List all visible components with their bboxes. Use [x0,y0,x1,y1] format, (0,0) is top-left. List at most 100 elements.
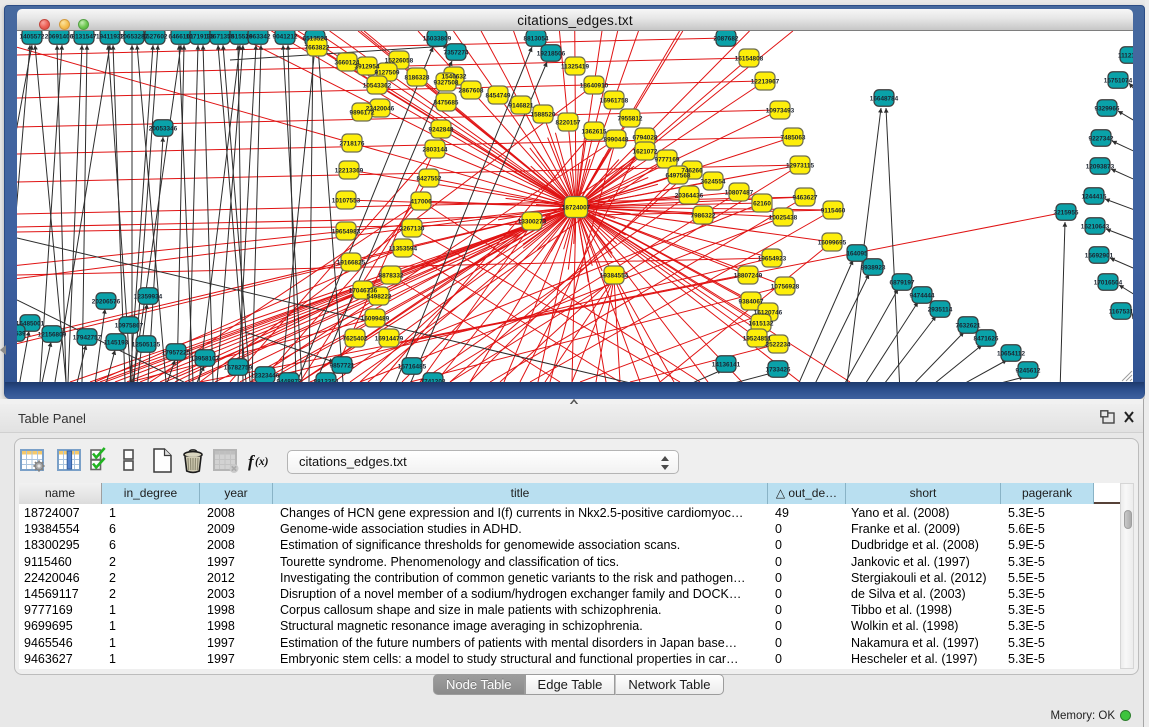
svg-text:12505135: 12505135 [132,342,161,349]
svg-text:2935114: 2935114 [928,307,953,314]
svg-text:20364436: 20364436 [675,193,704,200]
svg-text:2718176: 2718176 [340,141,365,148]
svg-text:9041212: 9041212 [273,34,298,41]
svg-text:1145193: 1145193 [104,340,129,347]
svg-text:15692901: 15692901 [1085,253,1114,260]
svg-text:6497568: 6497568 [666,173,691,180]
svg-text:7357274: 7357274 [444,50,469,57]
svg-text:10107553: 10107553 [332,198,361,205]
svg-text:17016504: 17016504 [1094,280,1123,287]
svg-text:12156809: 12156809 [38,332,67,339]
svg-text:9384067: 9384067 [739,299,764,306]
svg-text:11325419: 11325419 [561,64,590,71]
svg-text:17957225: 17957225 [162,350,191,357]
svg-text:2803144: 2803144 [423,147,448,154]
svg-text:18640910: 18640910 [580,83,609,90]
svg-text:6879197: 6879197 [890,280,915,287]
svg-text:10654112: 10654112 [997,351,1026,358]
svg-text:1963342: 1963342 [246,34,271,41]
svg-text:20691406: 20691406 [45,34,74,41]
svg-text:7663822: 7663822 [305,45,330,52]
svg-text:19166825: 19166825 [337,260,366,267]
svg-text:164095: 164095 [846,251,868,258]
svg-text:16210643: 16210643 [1081,224,1110,231]
svg-text:10973493: 10973493 [766,108,795,115]
svg-text:16120746: 16120746 [754,310,783,317]
svg-text:3475685: 3475685 [434,100,459,107]
svg-text:16914479: 16914479 [375,336,404,343]
svg-text:7485063: 7485063 [781,135,806,142]
svg-text:16782759: 16782759 [224,365,253,372]
svg-text:9227342: 9227342 [1089,136,1114,143]
svg-text:13300273: 13300273 [518,219,547,226]
svg-text:17942757: 17942757 [73,335,102,342]
svg-text:417006: 417006 [410,199,432,206]
svg-text:13958107: 13958107 [191,356,220,363]
svg-text:9245612: 9245612 [1016,368,1041,375]
svg-text:3215955: 3215955 [1054,210,1079,217]
svg-text:16099489: 16099489 [361,316,390,323]
svg-text:10543362: 10543362 [363,83,392,90]
svg-text:16099695: 16099695 [818,240,847,247]
svg-text:1167531: 1167531 [1109,309,1133,316]
svg-text:14136141: 14136141 [712,362,741,369]
svg-text:10756928: 10756928 [771,284,800,291]
svg-text:8220157: 8220157 [556,120,581,127]
svg-text:1588520: 1588520 [531,112,556,119]
svg-text:9896172: 9896172 [350,110,375,117]
svg-text:19384554: 19384554 [600,273,629,280]
svg-text:7625402: 7625402 [343,336,368,343]
svg-text:391539: 391539 [17,331,26,338]
svg-text:3267130: 3267130 [400,226,425,233]
svg-text:8471626: 8471626 [974,336,999,343]
svg-text:9857721: 9857721 [330,363,355,370]
svg-text:7632621: 7632621 [956,323,981,330]
svg-text:8131547: 8131547 [72,34,97,41]
svg-text:1527602: 1527602 [143,34,168,41]
svg-text:8878332: 8878332 [379,273,404,280]
svg-text:12973115: 12973115 [786,163,815,170]
svg-text:16033809: 16033809 [423,36,452,43]
svg-text:10975867: 10975867 [115,323,144,330]
svg-text:2867608: 2867608 [459,88,484,95]
svg-text:7955812: 7955812 [618,116,643,123]
svg-text:9127509: 9127509 [375,70,400,77]
svg-text:9242848: 9242848 [429,127,454,134]
svg-text:15751074: 15751074 [1104,78,1133,85]
svg-text:8427552: 8427552 [417,176,442,183]
svg-text:2087682: 2087682 [714,36,739,43]
svg-text:(x): (x) [255,456,269,468]
svg-text:62160: 62160 [753,201,771,208]
svg-text:9474444: 9474444 [910,293,935,300]
svg-text:10025438: 10025438 [769,215,798,222]
svg-text:12213967: 12213967 [751,79,780,86]
svg-text:8813054: 8813054 [524,36,549,43]
svg-text:20053346: 20053346 [149,126,178,133]
svg-text:2522234: 2522234 [766,342,791,349]
svg-text:18807249: 18807249 [734,273,763,280]
svg-text:3624554: 3624554 [701,179,726,186]
svg-text:12323446: 12323446 [251,373,280,380]
svg-text:8186328: 8186328 [405,75,430,82]
svg-text:1621072: 1621072 [633,149,658,156]
svg-text:19654983: 19654983 [332,229,361,236]
svg-text:7986322: 7986322 [691,213,716,220]
svg-text:5498222: 5498222 [367,294,392,301]
svg-text:1112102: 1112102 [1118,53,1133,60]
svg-text:16648784: 16648784 [870,96,899,103]
svg-text:9463627: 9463627 [793,195,818,202]
svg-text:11353594: 11353594 [389,246,418,253]
svg-text:6794028: 6794028 [633,135,658,142]
svg-text:1615132: 1615132 [749,321,774,328]
svg-text:9115460: 9115460 [821,208,846,215]
svg-text:12359934: 12359934 [134,294,163,301]
svg-text:19654923: 19654923 [758,256,787,263]
svg-text:1244415: 1244415 [1082,194,1107,201]
svg-text:16485001: 16485001 [17,321,45,328]
svg-text:19218506: 19218506 [537,51,566,58]
svg-text:16961758: 16961758 [600,98,629,105]
svg-text:15226058: 15226058 [385,58,414,65]
svg-text:6513524: 6513524 [303,36,328,43]
svg-text:9146821: 9146821 [509,103,534,110]
svg-text:12213369: 12213369 [335,168,364,175]
